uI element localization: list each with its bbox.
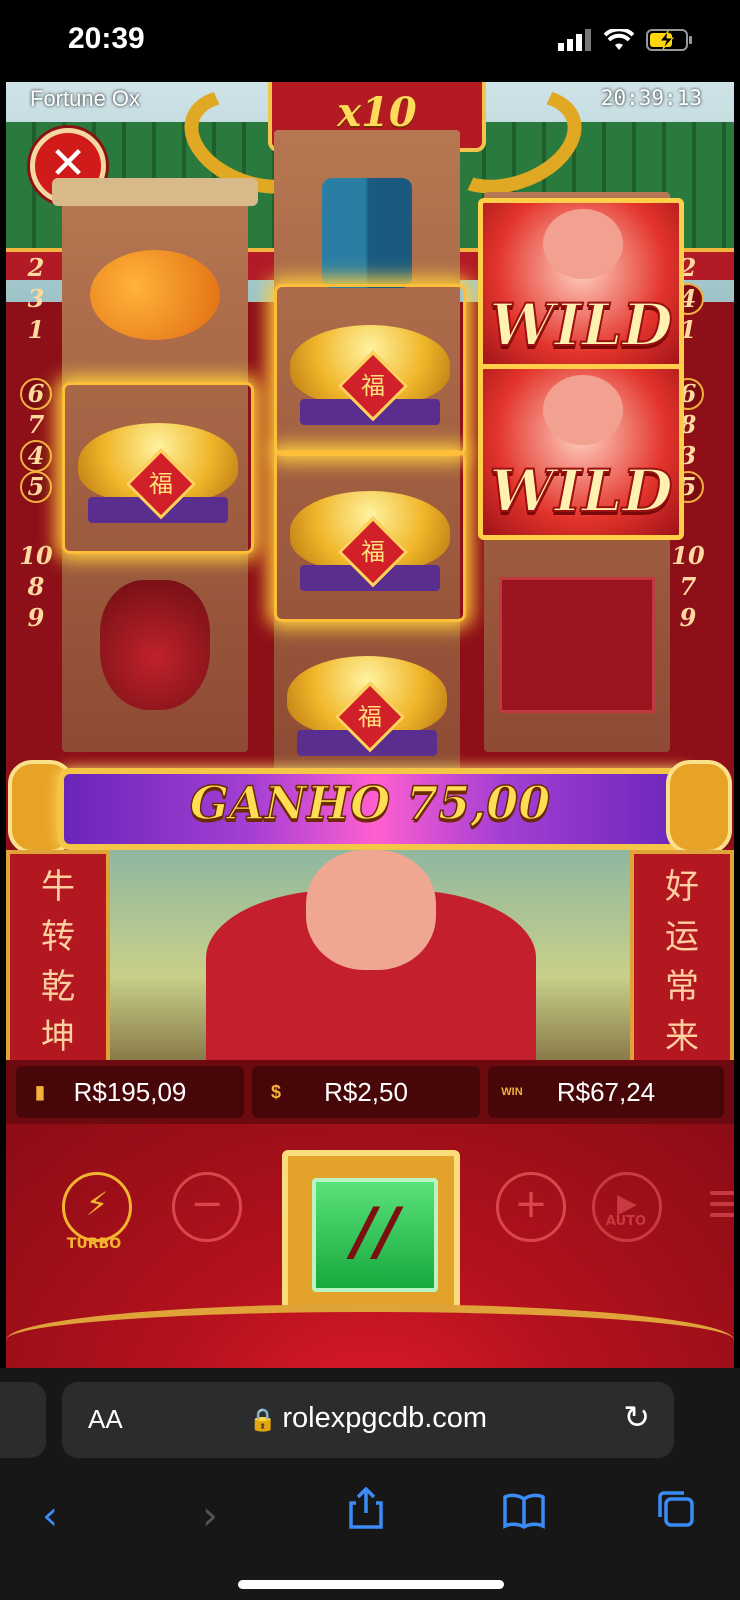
win-icon: WIN (501, 1086, 523, 1098)
gold-ingot-icon: 福 (290, 481, 450, 591)
browser-chrome: AA 🔒 rolexpgcdb.com ↻ ‹ › (0, 1368, 740, 1600)
status-time: 20:39 (68, 22, 145, 55)
spin-frame: // (282, 1150, 460, 1312)
spin-button[interactable]: // (312, 1178, 438, 1292)
auto-spin-button[interactable]: ▶ (592, 1172, 662, 1242)
reel-3: WILD WILD (478, 192, 684, 752)
coin-bag-icon (100, 580, 210, 710)
paylines-left-top: 231 (27, 253, 45, 344)
win-amount-text: GANHO 75,00 (189, 775, 551, 831)
browser-toolbar: ‹ › (0, 1486, 740, 1546)
gold-ingot-icon: 福 (290, 315, 450, 425)
win-banner: GANHO 75,00 (6, 754, 734, 854)
back-button[interactable]: ‹ (20, 1486, 80, 1546)
firecracker-icon (322, 178, 412, 288)
chevron-left-icon: ‹ (42, 1493, 58, 1539)
chevron-right-icon: › (202, 1493, 218, 1539)
last-win-display: WIN R$67,24 (488, 1066, 724, 1118)
paylines-right-bottom: 10 7 9 (671, 541, 705, 632)
paylines-left-middle: 6 7 4 5 (18, 378, 54, 503)
symbol-gold-ingot-winning: 福 (62, 382, 254, 554)
url-text[interactable]: 🔒 rolexpgcdb.com (62, 1402, 674, 1435)
book-icon (503, 1493, 545, 1530)
balance-bar: ▮ R$195,09 $ R$2,50 WIN R$67,24 (6, 1060, 734, 1124)
symbol-coin-bag (62, 562, 248, 728)
symbol-gold-ingot-winning: 福 (274, 284, 466, 456)
red-envelope-icon (499, 577, 655, 713)
symbol-red-envelopes (484, 562, 670, 728)
turbo-button[interactable]: ⚡ (62, 1172, 132, 1242)
coin-stack-icon: $ (270, 1082, 281, 1102)
spinning-icon: // (351, 1194, 399, 1269)
symbol-tangerines (62, 212, 248, 378)
reel-2: 福 福 福 (274, 130, 466, 780)
bet-display[interactable]: $ R$2,50 (252, 1066, 480, 1118)
scroll-top-decoration (52, 178, 258, 206)
balance-display: ▮ R$195,09 (16, 1066, 244, 1118)
tabs-icon (658, 1491, 694, 1527)
paylines-left-bottom: 10 8 9 (19, 541, 53, 632)
gold-ingot-icon: 福 (287, 646, 447, 756)
wifi-icon (604, 29, 634, 50)
ox-wild-icon (543, 209, 623, 279)
plus-icon: + (514, 1181, 548, 1227)
home-indicator[interactable] (238, 1580, 504, 1589)
pillar-right: 好运常来 (630, 850, 734, 1068)
lock-icon: 🔒 (248, 1407, 277, 1432)
share-button[interactable] (336, 1486, 396, 1546)
share-icon (349, 1486, 383, 1529)
previous-tab-preview[interactable] (0, 1382, 46, 1458)
ox-character-scene: 牛转乾坤 好运常来 (6, 850, 734, 1068)
symbol-wild: WILD (478, 364, 684, 540)
bookmarks-button[interactable] (494, 1486, 554, 1546)
reload-icon[interactable]: ↻ (623, 1398, 650, 1436)
forward-button[interactable]: › (180, 1486, 240, 1546)
minus-icon: − (190, 1181, 224, 1227)
ox-mascot-head (306, 850, 436, 970)
ox-wild-icon (543, 375, 623, 445)
increase-bet-button[interactable]: + (496, 1172, 566, 1242)
auto-label: AUTO (605, 1214, 647, 1229)
symbol-gold-ingot-winning: 福 (274, 450, 466, 622)
address-bar[interactable]: AA 🔒 rolexpgcdb.com ↻ (62, 1382, 674, 1458)
status-icons (558, 28, 694, 52)
wallet-icon: ▮ (35, 1082, 45, 1102)
turbo-label: TURBO (66, 1236, 122, 1252)
battery-charging-icon (646, 29, 692, 51)
game-title: Fortune Ox (30, 86, 141, 111)
game-controls: ⚡ TURBO − // + ▶ AUTO (6, 1124, 734, 1368)
symbol-wild: WILD (478, 198, 684, 374)
reel-1: 福 (52, 178, 258, 752)
pillar-left: 牛转乾坤 (6, 850, 110, 1068)
status-bar: 20:39 (0, 0, 740, 82)
gold-ingot-icon: 福 (78, 413, 238, 523)
lightning-icon: ⚡ (85, 1185, 109, 1223)
game-area[interactable]: x10 Fortune Ox 20:39:13 ✕ 231 6 7 4 5 10… (6, 82, 734, 1368)
menu-icon[interactable] (710, 1184, 734, 1224)
decrease-bet-button[interactable]: − (172, 1172, 242, 1242)
tabs-button[interactable] (646, 1486, 706, 1546)
signal-icon (558, 29, 591, 51)
tangerine-icon (90, 250, 220, 340)
game-clock: 20:39:13 (600, 86, 702, 110)
bottom-arch-decoration (6, 1304, 734, 1368)
